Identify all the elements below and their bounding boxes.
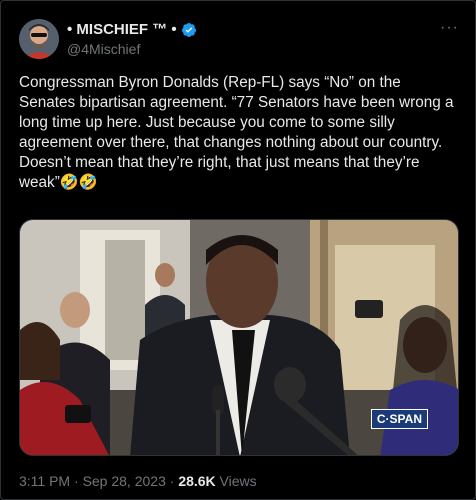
cspan-watermark: C·SPAN (370, 409, 428, 429)
tweet-media-video[interactable]: C·SPAN (19, 219, 459, 456)
tweet-date[interactable]: Sep 28, 2023 (83, 473, 166, 489)
author-display-name[interactable]: • MISCHIEF ™ • (67, 21, 177, 38)
views-label: Views (215, 473, 257, 489)
tweet-meta: 3:11 PM · Sep 28, 2023 · 28.6K Views (19, 473, 257, 489)
avatar-image (19, 19, 59, 59)
verified-badge-icon (181, 22, 196, 37)
author-handle[interactable]: @4Mischief (67, 41, 140, 57)
author-name-row[interactable]: • MISCHIEF ™ • (67, 21, 197, 38)
views-count[interactable]: 28.6K (178, 473, 215, 489)
meta-separator: · (70, 473, 83, 489)
tweet-text: Congressman Byron Donalds (Rep-FL) says … (19, 74, 454, 191)
tweet-card: • MISCHIEF ™ • @4Mischief ··· Congressma… (0, 0, 476, 500)
tweet-time[interactable]: 3:11 PM (19, 473, 70, 489)
meta-separator: · (165, 473, 179, 489)
avatar[interactable] (19, 19, 59, 59)
more-options-icon[interactable]: ··· (440, 19, 459, 37)
